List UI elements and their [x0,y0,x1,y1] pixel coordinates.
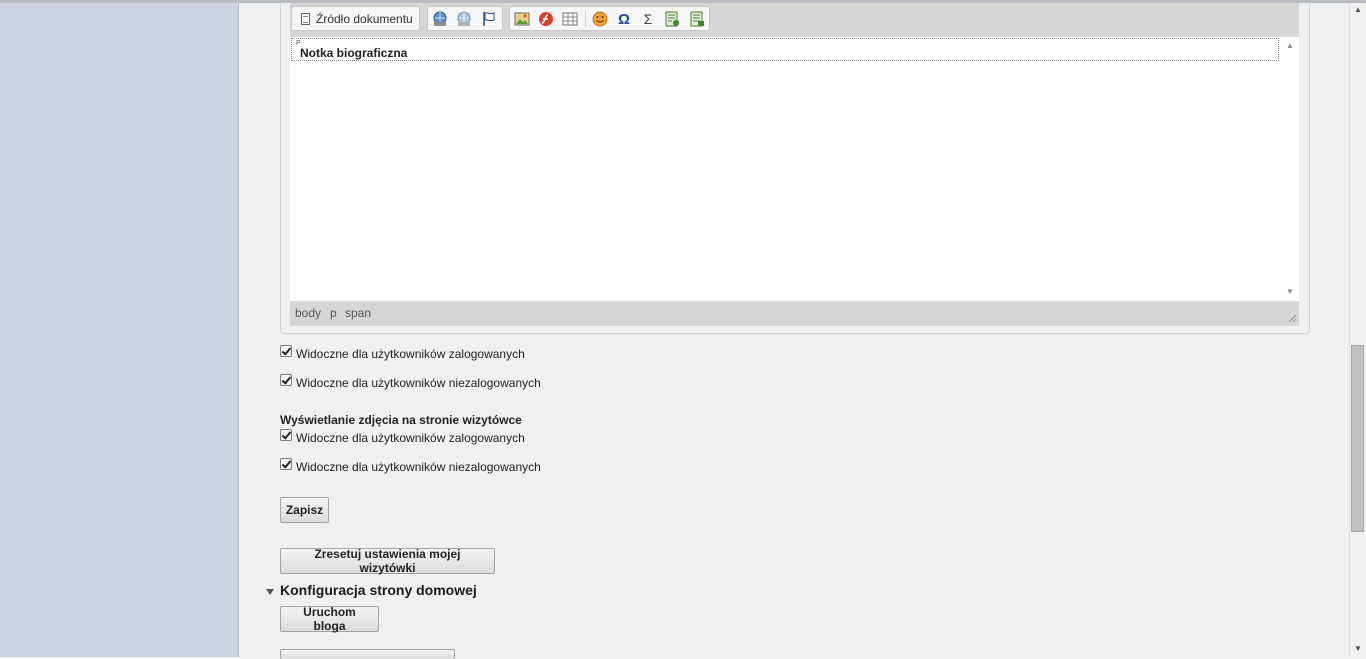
image-icon[interactable] [514,11,530,27]
photo-logged-out-checkbox[interactable] [280,458,292,470]
toolbar-insert-group: Ω Σ [509,6,710,31]
path-item-span[interactable]: span [345,306,371,320]
document-icon [301,12,310,25]
path-item-p[interactable]: p [330,306,337,320]
sigma-icon[interactable]: Σ [640,11,656,27]
bio-logged-out-checkbox[interactable] [280,374,292,386]
template-add-icon[interactable] [664,11,680,27]
template-icon[interactable] [689,11,705,27]
link-icon[interactable] [432,11,448,27]
save-button[interactable]: Zapisz [280,497,329,523]
left-sidebar [0,3,239,657]
homepage-section-title[interactable]: Konfiguracja strony domowej [280,582,477,598]
path-item-body[interactable]: body [295,306,321,320]
smiley-icon[interactable] [592,11,608,27]
cut-off-button[interactable] [280,649,455,659]
photo-logged-in-checkbox[interactable] [280,429,292,441]
toolbar-separator [585,11,586,27]
photo-logged-out-label: Widoczne dla użytkowników niezalogowanyc… [296,460,541,474]
page-scrollbar[interactable] [1349,3,1366,657]
source-button-label: Źródło dokumentu [316,11,413,26]
table-icon[interactable] [562,11,578,27]
page-scroll-down-icon[interactable]: ▼ [1354,644,1362,653]
editor-text[interactable]: Notka biograficzna [300,46,407,60]
page-scroll-up-icon[interactable]: ▲ [1354,5,1362,14]
scroll-up-icon[interactable]: ▲ [1286,41,1294,50]
editor-content-area[interactable] [290,37,1282,301]
reset-card-button[interactable]: Zresetuj ustawienia mojej wizytówki [280,547,495,575]
anchor-icon[interactable] [481,11,497,27]
photo-logged-in-label: Widoczne dla użytkowników zalogowanych [296,431,525,445]
toolbar-links-group [427,6,503,31]
paragraph-block[interactable] [291,38,1279,61]
unlink-icon[interactable] [456,11,472,27]
scroll-down-icon[interactable]: ▼ [1286,287,1294,296]
editor-scrollbar[interactable]: ▲ ▼ [1282,37,1299,301]
source-button[interactable]: Źródło dokumentu [291,6,420,31]
start-blog-button[interactable]: Uruchom bloga [280,605,379,633]
collapse-triangle-icon[interactable] [266,589,274,595]
bio-logged-in-checkbox[interactable] [280,345,292,357]
element-path-bar [290,302,1299,326]
bio-logged-out-label: Widoczne dla użytkowników niezalogowanyc… [296,376,541,390]
resize-grip-icon[interactable] [1287,313,1297,323]
flash-icon[interactable] [538,11,554,27]
page-scroll-thumb[interactable] [1351,345,1364,532]
photo-section-title: Wyświetlanie zdjęcia na stronie wizytówc… [280,413,522,427]
bio-logged-in-label: Widoczne dla użytkowników zalogowanych [296,347,525,361]
special-char-icon[interactable]: Ω [616,11,632,28]
